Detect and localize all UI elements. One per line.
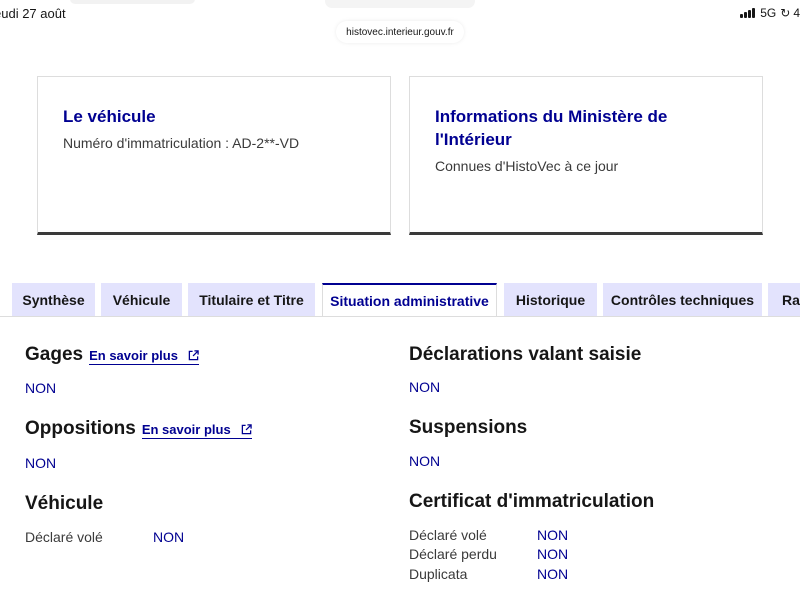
oppositions-value: NON xyxy=(25,455,57,471)
address-bar[interactable]: histovec.interieur.gouv.fr xyxy=(336,21,464,43)
status-date: eudi 27 août xyxy=(0,6,66,21)
tab-indicator xyxy=(325,0,475,8)
gages-learn-more-link[interactable]: En savoir plus xyxy=(89,348,199,365)
card-title: Le véhicule xyxy=(63,107,156,126)
cert-declare-vole-label: Déclaré volé xyxy=(409,527,487,543)
link-label: En savoir plus xyxy=(89,348,178,363)
cert-duplicata-label: Duplicata xyxy=(409,566,468,582)
external-link-icon xyxy=(241,424,252,435)
tab-synthese[interactable]: Synthèse xyxy=(12,283,95,316)
tab-titulaire-titre[interactable]: Titulaire et Titre xyxy=(188,283,315,316)
signal-icon xyxy=(740,8,756,18)
cert-declare-perdu-value: NON xyxy=(537,546,569,562)
oppositions-learn-more-link[interactable]: En savoir plus xyxy=(141,422,252,439)
suspensions-section-title: Suspensions xyxy=(409,417,528,438)
certificat-section-title: Certificat d'immatriculation xyxy=(409,491,655,512)
tab-panel-situation-administrative: Gages En savoir plus NON Oppositions En … xyxy=(0,316,800,600)
tab-controles-techniques[interactable]: Contrôles techniques xyxy=(603,283,762,316)
tab-bar: Synthèse Véhicule Titulaire et Titre Sit… xyxy=(0,283,800,317)
saisie-section-title: Déclarations valant saisie xyxy=(409,344,642,365)
status-indicators: 5G ↻ 4 xyxy=(740,6,800,20)
link-label: En savoir plus xyxy=(141,422,231,437)
tab-indicator xyxy=(70,0,195,4)
suspensions-value: NON xyxy=(409,453,441,469)
tab-rapport[interactable]: Rap xyxy=(768,283,800,316)
ministry-info-card: Informations du Ministère de l'Intérieur… xyxy=(409,76,763,235)
vehicle-card: Le véhicule Numéro d'immatriculation : A… xyxy=(37,76,391,235)
declare-vole-value: NON xyxy=(153,529,185,545)
cert-declare-vole-value: NON xyxy=(537,527,569,543)
cert-declare-perdu-label: Déclaré perdu xyxy=(409,546,497,562)
registration-number: Numéro d'immatriculation : AD-2**-VD xyxy=(63,135,300,151)
card-subtitle: Connues d'HistoVec à ce jour xyxy=(435,158,619,174)
gages-title: Gages xyxy=(25,344,84,365)
oppositions-section: Oppositions En savoir plus xyxy=(25,418,252,440)
card-title: Informations du Ministère de l'Intérieur xyxy=(435,107,668,149)
external-link-icon xyxy=(188,350,199,361)
oppositions-title: Oppositions xyxy=(25,418,136,439)
tab-historique[interactable]: Historique xyxy=(504,283,597,316)
network-type: 5G xyxy=(760,6,777,20)
tab-situation-administrative[interactable]: Situation administrative xyxy=(322,283,497,317)
battery-level: 4 xyxy=(793,6,800,20)
gages-value: NON xyxy=(25,380,57,396)
lock-rotation-icon: ↻ xyxy=(780,6,791,20)
saisie-value: NON xyxy=(409,379,441,395)
tab-vehicule[interactable]: Véhicule xyxy=(101,283,182,316)
gages-section: Gages En savoir plus xyxy=(25,344,199,366)
vehicule-section-title: Véhicule xyxy=(25,493,104,514)
declare-vole-label: Déclaré volé xyxy=(25,529,103,545)
cert-duplicata-value: NON xyxy=(537,566,569,582)
